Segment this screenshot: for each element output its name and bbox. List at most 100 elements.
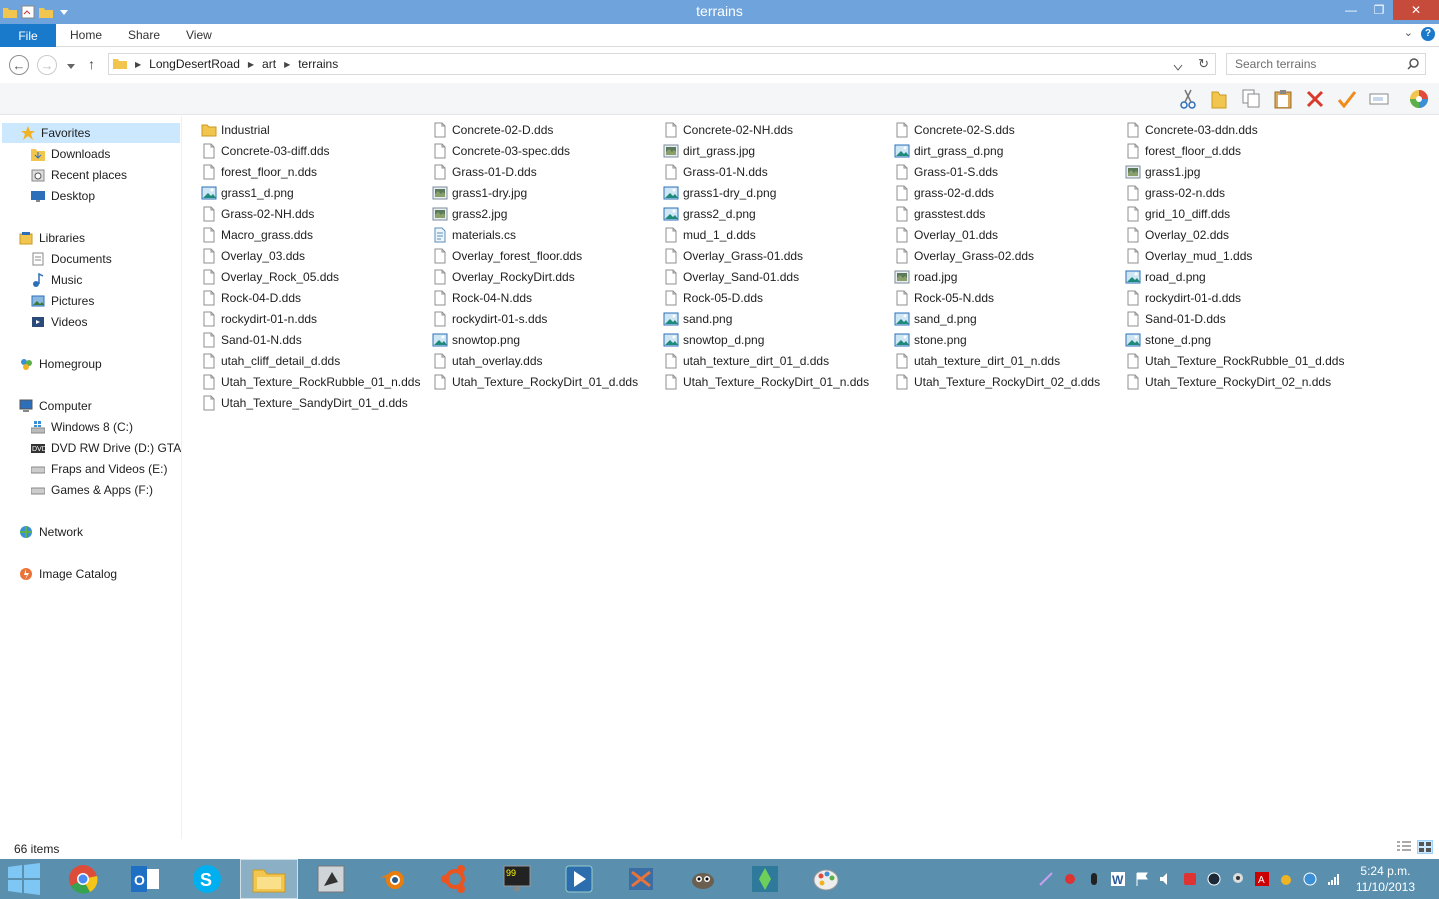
file-item[interactable]: Utah_Texture_RockyDirt_02_d.dds [894, 372, 1122, 392]
file-item[interactable]: Rock-05-D.dds [663, 288, 891, 308]
nav-image-catalog[interactable]: Image Catalog [18, 564, 117, 584]
adobe-icon[interactable]: A [1254, 871, 1270, 887]
media-player-icon[interactable] [550, 859, 608, 899]
file-item[interactable]: grass1.jpg [1125, 162, 1353, 182]
file-item[interactable]: grass2_d.png [663, 204, 891, 224]
list-view-icon[interactable] [1417, 840, 1433, 854]
file-item[interactable]: snowtop_d.png [663, 330, 891, 350]
tab-view[interactable]: View [186, 28, 212, 42]
nav-drive-e[interactable]: Fraps and Videos (E:) [30, 459, 168, 479]
file-item[interactable]: grid_10_diff.dds [1125, 204, 1353, 224]
file-item[interactable]: Utah_Texture_RockyDirt_01_d.dds [432, 372, 660, 392]
bluetooth-icon[interactable] [1302, 871, 1318, 887]
file-item[interactable]: grass-02-d.dds [894, 183, 1122, 203]
nav-drive-d[interactable]: DVD DVD RW Drive (D:) GTA I [30, 438, 181, 458]
file-item[interactable]: grass1-dry.jpg [432, 183, 660, 203]
checkmark-icon[interactable] [1335, 87, 1359, 111]
up-button[interactable]: ↑ [88, 56, 95, 72]
clock[interactable]: 5:24 p.m. 11/10/2013 [1356, 863, 1415, 895]
file-item[interactable]: Overlay_RockyDirt.dds [432, 267, 660, 287]
file-tab[interactable]: File [0, 24, 56, 47]
file-item[interactable]: grass1-dry_d.png [663, 183, 891, 203]
volume-icon[interactable] [1158, 871, 1174, 887]
nav-drive-f[interactable]: Games & Apps (F:) [30, 480, 153, 500]
file-item[interactable]: Concrete-02-NH.dds [663, 120, 891, 140]
file-item[interactable]: Utah_Texture_RockRubble_01_d.dds [1125, 351, 1353, 371]
nav-computer[interactable]: Computer [18, 396, 92, 416]
restore-button[interactable]: ❐ [1365, 0, 1393, 20]
file-item[interactable]: road_d.png [1125, 267, 1353, 287]
chevron-right-icon[interactable]: ▶ [284, 60, 290, 69]
expand-ribbon-icon[interactable]: ⌄ [1404, 26, 1413, 39]
skype-icon[interactable]: S [178, 859, 236, 899]
breadcrumb-longdesertroad[interactable]: LongDesertRoad [149, 57, 240, 71]
file-item[interactable]: Overlay_Sand-01.dds [663, 267, 891, 287]
tray-security-icon[interactable] [1182, 871, 1198, 887]
nav-drive-c[interactable]: Windows 8 (C:) [30, 417, 133, 437]
nav-libraries[interactable]: Libraries [18, 228, 85, 248]
file-item[interactable]: Concrete-03-ddn.dds [1125, 120, 1353, 140]
pen-icon[interactable] [1038, 871, 1054, 887]
file-item[interactable]: Sand-01-N.dds [201, 330, 429, 350]
chrome-icon[interactable] [54, 859, 112, 899]
file-item[interactable]: dirt_grass.jpg [663, 141, 891, 161]
nav-documents[interactable]: Documents [30, 249, 112, 269]
nav-downloads[interactable]: Downloads [30, 144, 110, 164]
chevron-right-icon[interactable]: ▶ [248, 60, 254, 69]
tab-share[interactable]: Share [128, 28, 160, 42]
file-item[interactable]: Overlay_Grass-02.dds [894, 246, 1122, 266]
blender-icon[interactable] [364, 859, 422, 899]
nav-favorites[interactable]: Favorites [2, 123, 180, 143]
nav-pictures[interactable]: Pictures [30, 291, 94, 311]
file-item[interactable]: Rock-05-N.dds [894, 288, 1122, 308]
breadcrumb-art[interactable]: art [262, 57, 276, 71]
file-item[interactable]: Overlay_mud_1.dds [1125, 246, 1353, 266]
file-item[interactable]: Overlay_03.dds [201, 246, 429, 266]
file-item[interactable]: Macro_grass.dds [201, 225, 429, 245]
file-item[interactable]: grass1_d.png [201, 183, 429, 203]
file-item[interactable]: road.jpg [894, 267, 1122, 287]
explorer-icon[interactable] [240, 859, 298, 899]
rename-icon[interactable] [1367, 87, 1391, 111]
file-item[interactable]: Rock-04-D.dds [201, 288, 429, 308]
flag-icon[interactable] [1134, 871, 1150, 887]
file-item[interactable]: rockydirt-01-n.dds [201, 309, 429, 329]
help-button[interactable]: ? [1421, 27, 1435, 41]
webcam-icon[interactable] [1230, 871, 1246, 887]
nav-network[interactable]: Network [18, 522, 83, 542]
file-item[interactable]: Overlay_01.dds [894, 225, 1122, 245]
outlook-icon[interactable]: O [116, 859, 174, 899]
breadcrumb-terrains[interactable]: terrains [298, 57, 338, 71]
paste-icon[interactable] [1271, 87, 1295, 111]
file-item[interactable]: grasstest.dds [894, 204, 1122, 224]
tab-home[interactable]: Home [70, 28, 102, 42]
file-item[interactable]: sand_d.png [894, 309, 1122, 329]
file-item[interactable]: Overlay_Rock_05.dds [201, 267, 429, 287]
copy-icon[interactable] [1239, 87, 1263, 111]
tray-app-icon[interactable] [1062, 871, 1078, 887]
forward-button[interactable]: → [37, 55, 57, 75]
steam-icon[interactable] [1206, 871, 1222, 887]
file-item[interactable]: Grass-02-NH.dds [201, 204, 429, 224]
word-icon[interactable]: W [1110, 871, 1126, 887]
file-item[interactable]: Overlay_02.dds [1125, 225, 1353, 245]
file-item[interactable]: materials.cs [432, 225, 660, 245]
monitor-icon[interactable]: 99 [488, 859, 546, 899]
details-view-icon[interactable] [1397, 841, 1411, 856]
file-item[interactable]: grass-02-n.dds [1125, 183, 1353, 203]
file-item[interactable]: sand.png [663, 309, 891, 329]
ubuntu-icon[interactable] [426, 859, 484, 899]
address-field[interactable]: ▶ LongDesertRoad ▶ art ▶ terrains ↻ [108, 53, 1216, 75]
file-item[interactable]: Sand-01-D.dds [1125, 309, 1353, 329]
search-input[interactable]: Search terrains [1226, 53, 1426, 75]
file-item[interactable]: rockydirt-01-d.dds [1125, 288, 1353, 308]
file-item[interactable]: grass2.jpg [432, 204, 660, 224]
nav-recent-places[interactable]: Recent places [30, 165, 127, 185]
file-item[interactable]: Utah_Texture_RockyDirt_02_n.dds [1125, 372, 1353, 392]
file-item[interactable]: Concrete-02-S.dds [894, 120, 1122, 140]
game-icon[interactable] [302, 859, 360, 899]
file-item[interactable]: mud_1_d.dds [663, 225, 891, 245]
nav-desktop[interactable]: Desktop [30, 186, 95, 206]
file-item[interactable]: snowtop.png [432, 330, 660, 350]
tray-update-icon[interactable] [1278, 871, 1294, 887]
